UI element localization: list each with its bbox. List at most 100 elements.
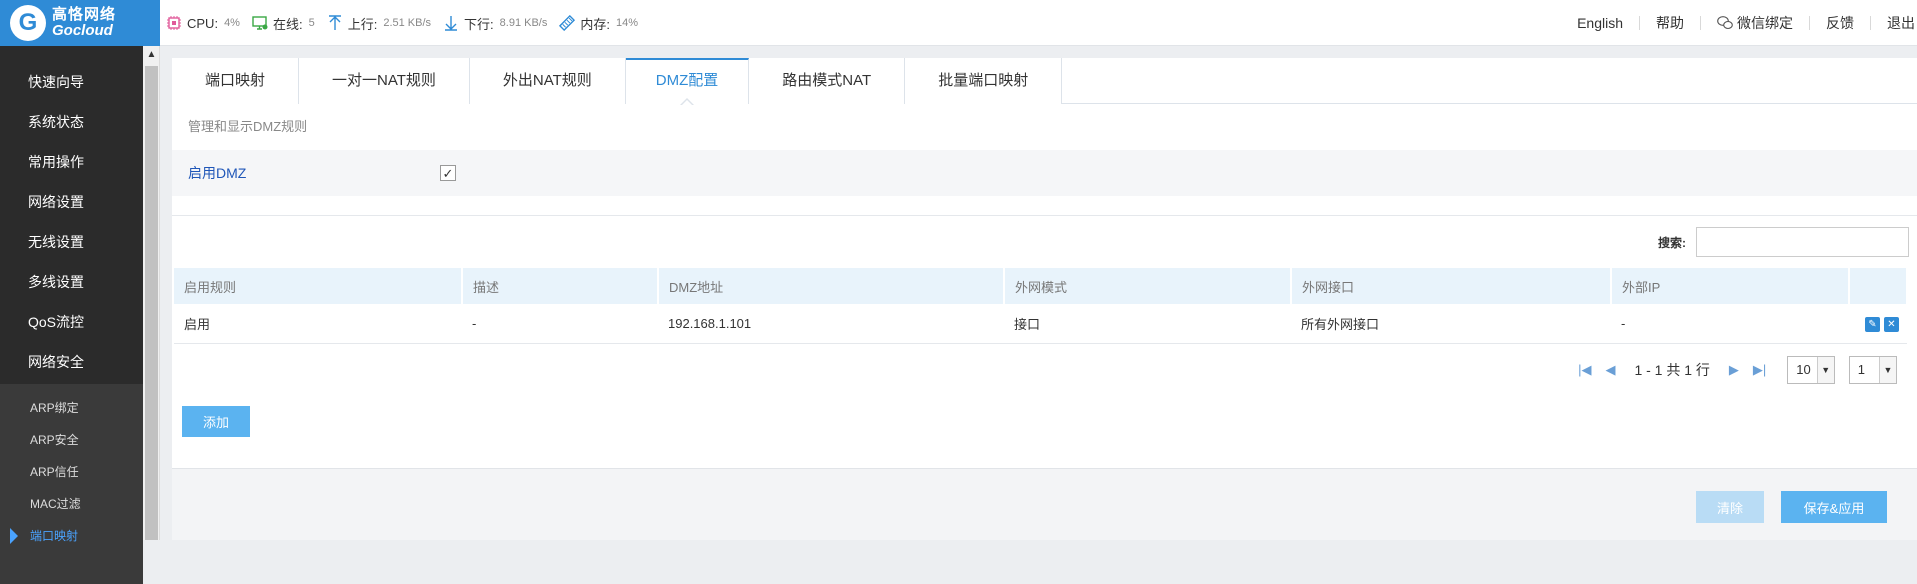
- feedback-link[interactable]: 反馈: [1810, 16, 1871, 30]
- top-nav: English 帮助 微信绑定 反馈 退出: [1561, 0, 1917, 46]
- system-stats: CPU: 4% 在线: 5 上行: 2.51 KB/s 下行: 8.91 KB/…: [166, 0, 650, 46]
- sidebar-item-network-settings[interactable]: 网络设置: [0, 182, 143, 222]
- online-icon: [252, 15, 268, 31]
- search-row: 搜索:: [172, 216, 1917, 268]
- last-page-icon[interactable]: ▶|: [1753, 362, 1766, 378]
- tab-outbound-nat[interactable]: 外出NAT规则: [469, 58, 626, 104]
- stat-memory: 内存: 14%: [559, 14, 638, 33]
- page-number-select[interactable]: 1 ▼: [1848, 355, 1897, 384]
- chevron-down-icon: ▼: [1816, 356, 1834, 383]
- sidebar-subitem-port-mapping[interactable]: 端口映射: [0, 520, 143, 552]
- stat-online: 在线: 5: [252, 14, 315, 33]
- column-header-wan-mode[interactable]: 外网模式: [1004, 268, 1292, 304]
- tab-batch-port-mapping[interactable]: 批量端口映射: [905, 58, 1063, 104]
- stat-memory-label: 内存:: [580, 16, 610, 32]
- footer-bar: 清除 保存&应用: [172, 468, 1917, 540]
- sidebar-item-quick-guide[interactable]: 快速向导: [0, 62, 143, 102]
- wechat-icon: [1717, 16, 1733, 30]
- column-header-actions: [1849, 268, 1908, 304]
- tab-routing-mode-nat[interactable]: 路由模式NAT: [749, 58, 906, 104]
- column-header-external-ip[interactable]: 外部IP: [1611, 268, 1850, 304]
- sidebar-submenu: ARP绑定 ARP安全 ARP信任 MAC过滤 端口映射: [0, 384, 143, 584]
- next-page-icon[interactable]: ▶: [1729, 362, 1739, 378]
- stat-online-value: 5: [308, 17, 315, 29]
- sidebar-item-system-status[interactable]: 系统状态: [0, 102, 143, 142]
- stat-download-value: 8.91 KB/s: [499, 17, 548, 29]
- cell-wan-interface: 所有外网接口: [1301, 316, 1380, 332]
- table-row: 启用 - 192.168.1.101 接口 所有外网接口 - ✎ ✕: [174, 304, 1907, 343]
- wechat-bind-link[interactable]: 微信绑定: [1701, 16, 1810, 30]
- cell-dmz-address: 192.168.1.101: [668, 315, 752, 331]
- tab-one-to-one-nat[interactable]: 一对一NAT规则: [299, 58, 470, 104]
- enable-dmz-row: 启用DMZ ✓: [172, 150, 1917, 196]
- help-link[interactable]: 帮助: [1640, 16, 1701, 30]
- section-divider: [172, 196, 1917, 216]
- add-button[interactable]: 添加: [182, 406, 250, 437]
- pagination: |◀ ◀ 1 - 1 共 1 行 ▶ ▶| 10 ▼ 1 ▼: [172, 344, 1917, 396]
- column-header-wan-interface[interactable]: 外网接口: [1291, 268, 1612, 304]
- sidebar-subitem-arp-trust[interactable]: ARP信任: [0, 456, 143, 488]
- edit-icon[interactable]: ✎: [1865, 316, 1880, 332]
- logo-mark-icon: G: [10, 5, 46, 41]
- chevron-down-icon: ▼: [1879, 356, 1896, 383]
- cell-enabled: 启用: [184, 316, 211, 332]
- download-icon: [443, 15, 459, 31]
- stat-download: 下行: 8.91 KB/s: [443, 14, 547, 33]
- sidebar-subitem-arp-security[interactable]: ARP安全: [0, 424, 143, 456]
- enable-dmz-checkbox[interactable]: ✓: [440, 165, 456, 181]
- sidebar-item-common-ops[interactable]: 常用操作: [0, 142, 143, 182]
- prev-page-icon[interactable]: ◀: [1605, 362, 1615, 378]
- sidebar: 快速向导 系统状态 常用操作 网络设置 无线设置 多线设置 QoS流控 网络安全…: [0, 46, 143, 584]
- tab-port-mapping[interactable]: 端口映射: [172, 58, 300, 104]
- wechat-bind-label: 微信绑定: [1737, 15, 1793, 31]
- clear-button[interactable]: 清除: [1696, 491, 1764, 523]
- cell-actions: ✎ ✕: [1849, 304, 1907, 343]
- search-label: 搜索:: [1658, 235, 1686, 250]
- top-bar: G 高恪网络 Gocloud CPU: 4% 在线: 5 上行: 2.51 KB…: [0, 0, 1917, 46]
- brand-name-cn: 高恪网络: [52, 6, 117, 23]
- page-description: 管理和显示DMZ规则: [188, 119, 308, 134]
- page-size-select[interactable]: 10 ▼: [1787, 355, 1835, 384]
- first-page-icon[interactable]: |◀: [1578, 362, 1591, 378]
- sidebar-subitem-arp-binding[interactable]: ARP绑定: [0, 392, 143, 424]
- main-panel: 端口映射 一对一NAT规则 外出NAT规则 DMZ配置 路由模式NAT 批量端口…: [172, 58, 1917, 540]
- table-header-row: 启用规则 描述 DMZ地址 外网模式 外网接口 外部IP: [174, 268, 1908, 304]
- sidebar-item-qos[interactable]: QoS流控: [0, 302, 143, 342]
- sidebar-item-network-security[interactable]: 网络安全: [0, 342, 143, 382]
- delete-icon[interactable]: ✕: [1884, 316, 1899, 332]
- dmz-rules-table: 启用规则 描述 DMZ地址 外网模式 外网接口 外部IP 启用 - 192.16…: [174, 268, 1908, 344]
- cell-wan-mode: 接口: [1014, 316, 1041, 332]
- sidebar-scrollbar[interactable]: ▲: [143, 46, 160, 540]
- stat-download-label: 下行:: [464, 16, 494, 32]
- english-link[interactable]: English: [1561, 16, 1640, 30]
- upload-icon: [327, 15, 343, 31]
- memory-icon: [559, 15, 576, 31]
- stat-cpu-label: CPU:: [187, 15, 219, 31]
- cpu-icon: [166, 15, 182, 31]
- tab-bar: 端口映射 一对一NAT规则 外出NAT规则 DMZ配置 路由模式NAT 批量端口…: [172, 58, 1917, 106]
- scroll-up-icon[interactable]: ▲: [143, 46, 160, 63]
- stat-upload-label: 上行:: [347, 16, 378, 32]
- column-header-dmz-address[interactable]: DMZ地址: [658, 268, 1005, 304]
- save-apply-button[interactable]: 保存&应用: [1781, 491, 1887, 523]
- add-row: 添加: [172, 396, 1917, 448]
- brand-name-en: Gocloud: [52, 22, 113, 39]
- search-input[interactable]: [1696, 227, 1909, 257]
- sidebar-item-multiline-settings[interactable]: 多线设置: [0, 262, 143, 302]
- brand-logo[interactable]: G 高恪网络 Gocloud: [0, 0, 160, 46]
- stat-cpu: CPU: 4%: [166, 15, 240, 31]
- stat-cpu-value: 4%: [224, 17, 240, 29]
- column-header-enabled[interactable]: 启用规则: [174, 268, 463, 304]
- tab-dmz-config[interactable]: DMZ配置: [625, 58, 750, 106]
- sidebar-item-wireless-settings[interactable]: 无线设置: [0, 222, 143, 262]
- column-header-description[interactable]: 描述: [462, 268, 659, 304]
- stat-online-label: 在线:: [272, 16, 303, 32]
- page-size-value: 10: [1796, 362, 1811, 377]
- logout-link[interactable]: 退出: [1871, 16, 1917, 30]
- page-number-value: 1: [1857, 362, 1865, 377]
- pagination-info: 1 - 1 共 1 行: [1634, 361, 1710, 378]
- scrollbar-thumb[interactable]: [145, 66, 158, 540]
- sidebar-subitem-mac-filter[interactable]: MAC过滤: [0, 488, 143, 520]
- cell-external-ip: -: [1621, 315, 1626, 331]
- stat-upload-value: 2.51 KB/s: [383, 17, 432, 29]
